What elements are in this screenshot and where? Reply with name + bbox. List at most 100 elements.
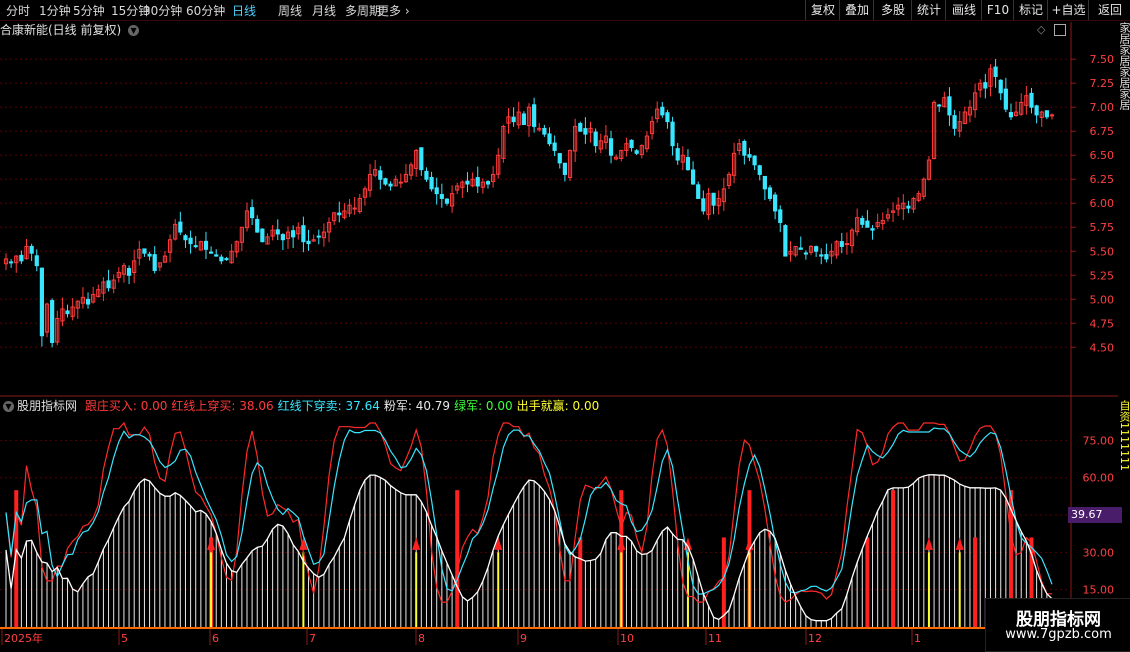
candle-body[interactable] bbox=[1003, 88, 1008, 110]
candle-body[interactable] bbox=[511, 116, 516, 123]
candle-body[interactable] bbox=[906, 205, 911, 209]
candle-body[interactable] bbox=[255, 218, 260, 233]
candle-body[interactable] bbox=[291, 230, 296, 238]
candle-body[interactable] bbox=[778, 209, 783, 223]
candle-body[interactable] bbox=[178, 221, 183, 233]
toolbar-button-8[interactable]: 返回 bbox=[1088, 0, 1130, 20]
candle-body[interactable] bbox=[819, 254, 824, 257]
candle-body[interactable] bbox=[767, 187, 773, 199]
candle-body[interactable] bbox=[188, 237, 193, 245]
candle-body[interactable] bbox=[870, 228, 875, 231]
candle-body[interactable] bbox=[547, 133, 552, 145]
toolbar-button-5[interactable]: F10 bbox=[981, 0, 1014, 20]
candle-body[interactable] bbox=[429, 176, 434, 190]
candle-body[interactable] bbox=[485, 181, 491, 185]
candle-body[interactable] bbox=[711, 192, 716, 206]
candle-body[interactable] bbox=[952, 115, 957, 129]
candle-body[interactable] bbox=[147, 253, 152, 257]
candle-body[interactable] bbox=[701, 198, 706, 212]
candle-body[interactable] bbox=[552, 142, 557, 151]
candle-body[interactable] bbox=[839, 241, 844, 247]
candle-body[interactable] bbox=[947, 96, 952, 116]
candle-body[interactable] bbox=[65, 310, 70, 315]
candle-body[interactable] bbox=[219, 256, 224, 262]
period-6[interactable]: 日线 bbox=[232, 2, 256, 19]
candle-body[interactable] bbox=[532, 104, 537, 127]
candle-body[interactable] bbox=[773, 194, 778, 212]
candle-body[interactable] bbox=[439, 194, 444, 199]
toolbar-button-7[interactable]: +自选 bbox=[1047, 0, 1089, 20]
candle-body[interactable] bbox=[214, 254, 219, 257]
candle-body[interactable] bbox=[1008, 112, 1014, 118]
toolbar-button-4[interactable]: 画线 bbox=[945, 0, 982, 20]
candle-body[interactable] bbox=[665, 112, 670, 123]
panel-layout-icon[interactable] bbox=[1054, 24, 1066, 36]
candle-body[interactable] bbox=[593, 131, 598, 147]
candle-body[interactable] bbox=[860, 218, 865, 225]
candle-body[interactable] bbox=[1034, 105, 1039, 116]
candle-body[interactable] bbox=[634, 150, 639, 154]
candle-body[interactable] bbox=[1044, 110, 1049, 118]
candle-body[interactable] bbox=[208, 251, 214, 254]
candle-body[interactable] bbox=[224, 258, 229, 261]
diamond-icon[interactable]: ◇ bbox=[1037, 23, 1045, 36]
candle-body[interactable] bbox=[152, 254, 157, 271]
candle-body[interactable] bbox=[388, 183, 393, 187]
candle-body[interactable] bbox=[844, 243, 850, 246]
candle-body[interactable] bbox=[19, 254, 24, 262]
candle-body[interactable] bbox=[301, 225, 306, 243]
candle-body[interactable] bbox=[690, 169, 696, 185]
candle-body[interactable] bbox=[106, 280, 111, 289]
candle-body[interactable] bbox=[608, 138, 614, 156]
candle-body[interactable] bbox=[562, 162, 567, 175]
candle-body[interactable] bbox=[1049, 114, 1055, 117]
candle-body[interactable] bbox=[1029, 92, 1034, 108]
candle-body[interactable] bbox=[762, 175, 767, 190]
candle-body[interactable] bbox=[203, 240, 209, 250]
period-0[interactable]: 分时 bbox=[6, 2, 30, 19]
candle-body[interactable] bbox=[757, 165, 762, 175]
candle-body[interactable] bbox=[34, 255, 39, 267]
period-8[interactable]: 月线 bbox=[312, 2, 336, 19]
candle-body[interactable] bbox=[316, 235, 321, 238]
candle-body[interactable] bbox=[983, 82, 988, 89]
candle-body[interactable] bbox=[352, 207, 357, 210]
candle-body[interactable] bbox=[29, 245, 34, 254]
candle-body[interactable] bbox=[280, 234, 285, 241]
candle-body[interactable] bbox=[752, 155, 757, 166]
candle-body[interactable] bbox=[50, 300, 55, 343]
toolbar-button-3[interactable]: 统计 bbox=[911, 0, 946, 20]
candle-body[interactable] bbox=[85, 298, 91, 305]
candle-body[interactable] bbox=[675, 148, 680, 161]
candle-body[interactable] bbox=[783, 225, 788, 257]
toolbar-button-0[interactable]: 复权 bbox=[805, 0, 840, 20]
candle-body[interactable] bbox=[39, 267, 44, 337]
candle-body[interactable] bbox=[434, 187, 439, 195]
candle-body[interactable] bbox=[444, 198, 450, 204]
candle-body[interactable] bbox=[814, 246, 819, 252]
candle-body[interactable] bbox=[126, 267, 132, 276]
period-1[interactable]: 1分钟 bbox=[39, 2, 71, 19]
period-5[interactable]: 60分钟 bbox=[186, 2, 225, 19]
candle-body[interactable] bbox=[275, 229, 280, 235]
candle-body[interactable] bbox=[260, 228, 265, 243]
candle-body[interactable] bbox=[993, 66, 998, 77]
candle-body[interactable] bbox=[696, 184, 701, 199]
candle-body[interactable] bbox=[629, 139, 634, 149]
candle-body[interactable] bbox=[419, 147, 424, 171]
candle-body[interactable] bbox=[9, 261, 14, 264]
chevron-down-icon[interactable]: ▼ bbox=[128, 25, 140, 36]
candle-body[interactable] bbox=[742, 140, 747, 156]
candle-body[interactable] bbox=[424, 170, 429, 180]
collapse-icon[interactable]: ▼ bbox=[3, 401, 14, 412]
period-2[interactable]: 5分钟 bbox=[73, 2, 105, 19]
candle-body[interactable] bbox=[193, 245, 198, 248]
candle-body[interactable] bbox=[747, 154, 752, 158]
period-7[interactable]: 周线 bbox=[278, 2, 302, 19]
candle-body[interactable] bbox=[998, 79, 1003, 94]
candle-body[interactable] bbox=[542, 127, 547, 135]
candle-body[interactable] bbox=[660, 106, 665, 116]
candle-body[interactable] bbox=[803, 252, 808, 255]
period-9[interactable]: 多周期 bbox=[345, 2, 381, 19]
candle-body[interactable] bbox=[937, 104, 942, 107]
